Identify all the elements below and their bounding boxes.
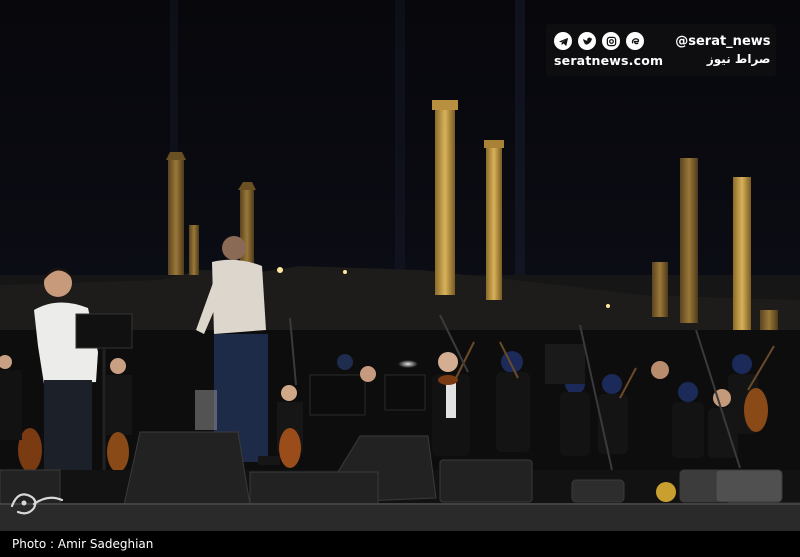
pillar [189,225,199,275]
conductor-head [222,236,246,260]
pillar [760,310,778,332]
music-stand [384,374,426,411]
wall-light [343,270,347,274]
musician-body [496,372,530,452]
lamp [398,360,418,368]
conductor-shoe [258,456,280,465]
instrument-case [715,469,783,503]
podium-light [195,390,217,430]
watermark-left: seratnews.com [554,32,663,68]
wall-light [277,267,283,273]
speaker-box [545,344,585,384]
musician-head [110,358,126,374]
conductor-shirt [212,259,266,334]
watermark-right: @serat_news صراط نیوز [675,34,770,66]
cello [107,432,129,472]
pillar [733,177,751,330]
wall-light [606,304,610,308]
pillar-capital [484,140,504,148]
telegram-icon [554,32,572,50]
musician-head [438,352,458,372]
music-stand [309,374,366,416]
watermark-site: seratnews.com [554,53,664,68]
concert-photo [0,0,800,557]
photo-credit: Photo : Amir Sadeghian [12,537,154,551]
twitter-icon [578,32,596,50]
monitor-speaker [123,431,251,506]
pillar [680,158,698,323]
cello [744,388,768,432]
musician-body [672,402,704,458]
musician-head [501,351,523,373]
pillar [168,160,184,275]
agency-logo [10,493,64,515]
social-icons [554,32,644,50]
musician-body [106,375,132,435]
stage-edge [0,503,800,531]
musician-head [678,382,698,402]
watermark-handle: @serat_news [675,34,771,49]
monitor-speaker [439,459,533,503]
watermark-name-fa: صراط نیوز [706,52,771,66]
cello [279,428,301,468]
news-watermark: seratnews.com @serat_news صراط نیوز [546,24,776,76]
instrument-case [571,479,625,503]
helmet [656,482,676,502]
pillar-capital [432,100,458,110]
pillar [435,108,455,295]
violin [438,375,458,385]
musician-head [337,354,353,370]
musician-head [732,354,752,374]
monitor-speaker [249,471,379,505]
eitaa-icon [626,32,644,50]
instagram-icon [602,32,620,50]
musician-body [560,392,590,456]
pillar [652,262,668,317]
musician-head [651,361,669,379]
credit-bar: Photo : Amir Sadeghian [0,531,800,557]
musician-head [602,374,622,394]
music-stand [75,313,133,349]
pillar [486,145,502,300]
musician-head [360,366,376,382]
musician-head [281,385,297,401]
musician-body [0,370,22,440]
